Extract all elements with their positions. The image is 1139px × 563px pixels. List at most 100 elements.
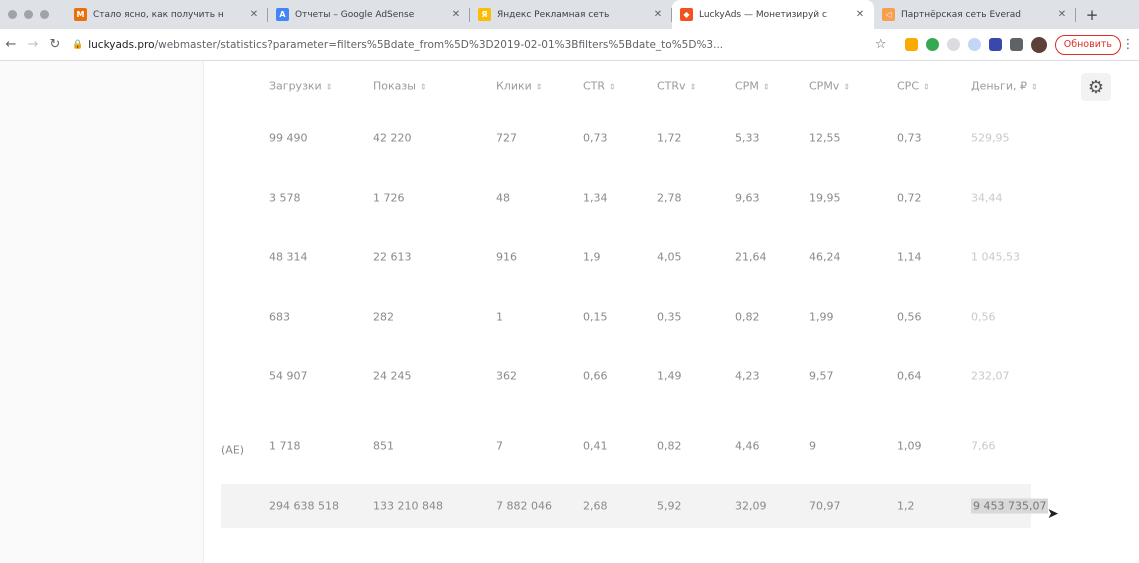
browser-tab[interactable]: Я Яндекс Рекламная сеть ✕ — [470, 0, 672, 29]
table-cell: 1,99 — [809, 310, 834, 324]
extension-icon[interactable] — [946, 38, 960, 51]
table-cell: 0,82 — [657, 439, 682, 453]
table-cell: 21,64 — [735, 250, 767, 264]
update-button[interactable]: Обновить — [1054, 34, 1121, 55]
row-prefix: (AE) — [221, 443, 245, 457]
table-row: 3 578 1 726 48 1,34 2,78 9,63 19,95 0,72 34,44 — [221, 176, 1139, 220]
column-header[interactable]: Деньги, ₽ ⇕ — [971, 80, 1038, 93]
table-cell: 0,73 — [897, 131, 922, 145]
favicon-icon: A — [276, 8, 289, 21]
extension-icon[interactable] — [904, 38, 918, 51]
table-cell: 1 718 — [269, 439, 301, 453]
forward-icon[interactable]: → — [22, 37, 44, 52]
favicon-icon: Я — [478, 8, 491, 21]
extension-icon[interactable] — [925, 38, 939, 51]
minimize-window-button[interactable] — [24, 10, 33, 19]
menu-dots-icon[interactable]: ⋮ — [1121, 37, 1135, 52]
table-cell: 99 490 — [269, 131, 308, 145]
table-cell: 362 — [496, 369, 517, 383]
table-row: (AE) 1 718 851 7 0,41 0,82 4,46 9 1,09 7,66 — [221, 424, 1139, 468]
table-row: 683 282 1 0,15 0,35 0,82 1,99 0,56 0,56 — [221, 295, 1139, 339]
column-header[interactable]: Показы ⇕ — [373, 80, 427, 93]
sort-icon[interactable]: ⇕ — [843, 83, 850, 92]
browser-tab[interactable]: ◆ LuckyAds — Монетизируй с ✕ — [672, 0, 874, 29]
close-tab-icon[interactable]: ✕ — [854, 9, 866, 20]
table-cell: 2,68 — [583, 499, 608, 513]
close-window-button[interactable] — [8, 10, 17, 19]
table-row: 54 907 24 245 362 0,66 1,49 4,23 9,57 0,64 232,0… — [221, 354, 1139, 398]
address-bar[interactable]: 🔒 luckyads.pro/webmaster/statistics?para… — [72, 39, 865, 51]
table-cell: 0,66 — [583, 369, 608, 383]
avatar[interactable] — [1030, 36, 1047, 53]
sort-icon[interactable]: ⇕ — [536, 83, 543, 92]
back-icon[interactable]: ← — [0, 37, 22, 52]
favicon-icon: ◆ — [680, 8, 693, 21]
column-header[interactable]: CTRv ⇕ — [657, 80, 696, 93]
table-cell: 9 — [809, 439, 816, 453]
table-cell: 727 — [496, 131, 517, 145]
table-cell: 133 210 848 — [373, 499, 443, 513]
column-header[interactable]: CPMv ⇕ — [809, 80, 850, 93]
favicon-icon: M — [74, 8, 87, 21]
sort-icon[interactable]: ⇕ — [690, 83, 697, 92]
table-cell: 0,64 — [897, 369, 922, 383]
url-path: /webmaster/statistics?parameter=filters%… — [154, 38, 724, 51]
table-cell: 0,15 — [583, 310, 608, 324]
puzzle-icon[interactable] — [1009, 38, 1023, 51]
table-cell: 294 638 518 — [269, 499, 339, 513]
tab-title: Стало ясно, как получить н — [93, 9, 224, 20]
sort-icon[interactable]: ⇕ — [326, 83, 333, 92]
extension-icon[interactable] — [988, 38, 1002, 51]
sort-icon[interactable]: ⇕ — [923, 83, 930, 92]
table-cell: 1,34 — [583, 191, 608, 205]
money-cell: 34,44 — [971, 191, 1003, 205]
new-tab-button[interactable]: + — [1080, 6, 1104, 24]
close-tab-icon[interactable]: ✕ — [652, 9, 664, 20]
bookmark-star-icon[interactable]: ☆ — [871, 37, 891, 52]
table-cell: 42 220 — [373, 131, 412, 145]
browser-tab[interactable]: A Отчеты – Google AdSense ✕ — [268, 0, 470, 29]
column-header-label: CPC — [897, 79, 919, 93]
table-cell: 19,95 — [809, 191, 841, 205]
browser-tab[interactable]: ◁ Партнёрская сеть Everad ✕ — [874, 0, 1076, 29]
maximize-window-button[interactable] — [40, 10, 49, 19]
column-header[interactable]: Клики ⇕ — [496, 80, 543, 93]
table-cell: 48 314 — [269, 250, 308, 264]
gear-icon[interactable]: ⚙ — [1081, 73, 1111, 101]
statistics-panel: Загрузки ⇕ Показы ⇕ Клики ⇕ CTR ⇕ CTRv ⇕ CPM ⇕ CPMv ⇕… — [203, 61, 1139, 563]
browser-tab[interactable]: M Стало ясно, как получить н ✕ — [66, 0, 268, 29]
table-cell: 282 — [373, 310, 394, 324]
table-cell: 4,23 — [735, 369, 760, 383]
table-cell: 0,73 — [583, 131, 608, 145]
column-header[interactable]: CPM ⇕ — [735, 80, 770, 93]
column-header[interactable]: CTR ⇕ — [583, 80, 616, 93]
table-cell: 1,14 — [897, 250, 922, 264]
column-header[interactable]: Загрузки ⇕ — [269, 80, 332, 93]
close-tab-icon[interactable]: ✕ — [248, 9, 260, 20]
extension-icon[interactable] — [967, 38, 981, 51]
column-header-label: CPM — [735, 79, 759, 93]
close-tab-icon[interactable]: ✕ — [450, 9, 462, 20]
table-cell: 9,57 — [809, 369, 834, 383]
table-cell: 1 — [496, 310, 503, 324]
sort-icon[interactable]: ⇕ — [609, 83, 616, 92]
sort-icon[interactable]: ⇕ — [420, 83, 427, 92]
money-cell: 232,07 — [971, 369, 1010, 383]
reload-icon[interactable]: ↻ — [44, 37, 66, 52]
sort-icon[interactable]: ⇕ — [763, 83, 770, 92]
table-cell: 683 — [269, 310, 290, 324]
close-tab-icon[interactable]: ✕ — [1056, 9, 1068, 20]
money-cell: 7,66 — [971, 439, 996, 453]
sort-icon[interactable]: ⇕ — [1031, 83, 1038, 92]
url-host: luckyads.pro — [88, 38, 155, 51]
mouse-cursor: ➤ — [1047, 506, 1059, 522]
table-cell: 9,63 — [735, 191, 760, 205]
column-header[interactable]: CPC ⇕ — [897, 80, 930, 93]
table-header: Загрузки ⇕ Показы ⇕ Клики ⇕ CTR ⇕ CTRv ⇕ CPM ⇕ CPMv ⇕… — [221, 64, 1139, 108]
column-header-label: CPMv — [809, 79, 840, 93]
table-cell: 2,78 — [657, 191, 682, 205]
money-cell: 1 045,53 — [971, 250, 1020, 264]
table-cell: 12,55 — [809, 131, 841, 145]
table-cell: 1,09 — [897, 439, 922, 453]
browser-toolbar: ← → ↻ 🔒 luckyads.pro/webmaster/statistic… — [0, 29, 1139, 61]
